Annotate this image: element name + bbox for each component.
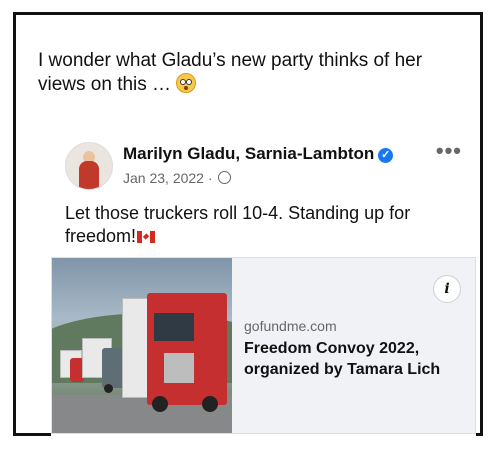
post-meta: Jan 23, 2022 · xyxy=(123,170,232,186)
facebook-post: Marilyn Gladu, Sarnia-Lambton ✓ Jan 23, 2… xyxy=(51,138,476,438)
verified-badge-icon: ✓ xyxy=(378,148,394,163)
post-text-content: Let those truckers roll 10-4. Standing u… xyxy=(65,203,411,246)
link-title[interactable]: Freedom Convoy 2022, organized by Tamara… xyxy=(244,338,464,380)
info-button[interactable]: i xyxy=(433,275,461,303)
flushed-face-icon xyxy=(176,73,197,93)
link-domain: gofundme.com xyxy=(244,318,337,334)
link-preview-card[interactable]: i gofundme.com Freedom Convoy 2022, orga… xyxy=(51,257,476,434)
screenshot-frame: I wonder what Gladu’s new party thinks o… xyxy=(13,12,483,438)
post-date[interactable]: Jan 23, 2022 · xyxy=(123,170,216,186)
canada-flag-icon xyxy=(137,231,156,243)
post-text: Let those truckers roll 10-4. Standing u… xyxy=(65,202,465,248)
post-author[interactable]: Marilyn Gladu, Sarnia-Lambton ✓ xyxy=(123,144,394,164)
more-options-button[interactable]: ••• xyxy=(436,138,462,164)
tweet-text: I wonder what Gladu’s new party thinks o… xyxy=(38,49,468,97)
tweet-text-content: I wonder what Gladu’s new party thinks o… xyxy=(38,50,423,95)
globe-icon xyxy=(218,171,232,184)
avatar[interactable] xyxy=(65,142,113,190)
author-name[interactable]: Marilyn Gladu, Sarnia-Lambton xyxy=(123,144,374,163)
trucks-photo[interactable] xyxy=(52,258,232,433)
link-info[interactable]: i gofundme.com Freedom Convoy 2022, orga… xyxy=(244,258,469,433)
